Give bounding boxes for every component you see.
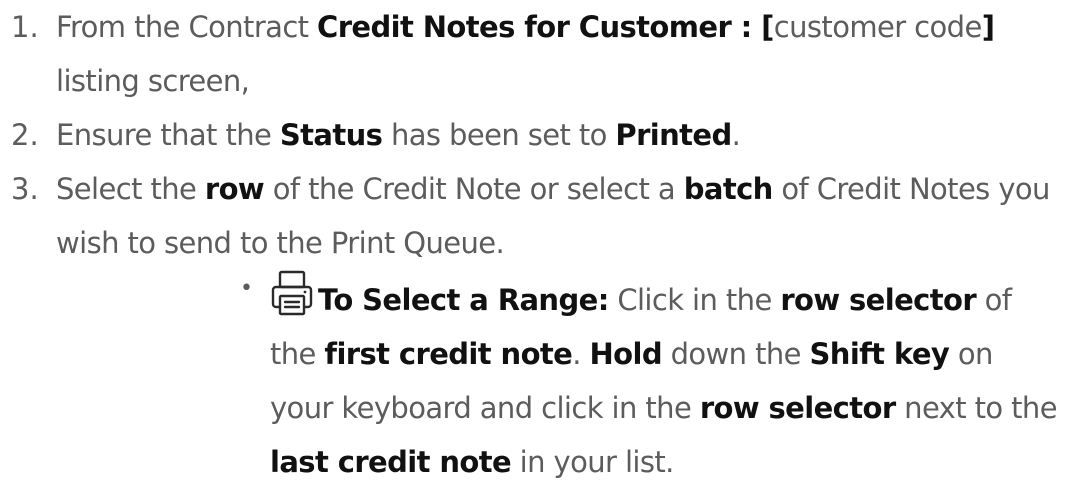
text-segment: listing screen, <box>56 64 250 98</box>
step-text: Ensure that the Status has been set to P… <box>56 118 741 152</box>
tip-title: To Select a Range: <box>318 283 609 317</box>
instructions-document: 1. From the Contract Credit Notes for Cu… <box>0 0 1078 488</box>
steps-list: 1. From the Contract Credit Notes for Cu… <box>0 0 1078 489</box>
emphasis-text: batch <box>683 172 774 206</box>
text-segment: Click in the <box>608 283 781 317</box>
emphasis-text: first credit note <box>324 337 573 371</box>
text-segment: Select the <box>56 172 205 206</box>
emphasis-text: last credit note <box>270 445 512 479</box>
emphasis-text: ] <box>981 10 995 44</box>
step-2: 2. Ensure that the Status has been set t… <box>0 108 1078 162</box>
step-number: 3. <box>11 172 39 206</box>
step-number: 2. <box>11 118 39 152</box>
emphasis-text: Credit Notes for Customer : [ <box>317 10 774 44</box>
emphasis-text: Hold <box>589 337 662 371</box>
text-segment: down the <box>661 337 810 371</box>
emphasis-text: row selector <box>780 283 977 317</box>
step-number: 1. <box>11 10 39 44</box>
printer-icon <box>270 270 314 316</box>
step-1: 1. From the Contract Credit Notes for Cu… <box>0 0 1078 108</box>
emphasis-text: Printed <box>615 118 732 152</box>
text-segment: has been set to <box>382 118 616 152</box>
emphasis-text: Shift key <box>809 337 950 371</box>
step-text: Select the row of the Credit Note or sel… <box>56 172 1050 260</box>
emphasis-text: row selector <box>699 391 896 425</box>
text-segment: of the Credit Note or select a <box>264 172 684 206</box>
text-segment: . <box>731 118 741 152</box>
text-segment: From the Contract <box>56 10 318 44</box>
emphasis-text: Status <box>279 118 383 152</box>
step-3: 3. Select the row of the Credit Note or … <box>0 162 1078 489</box>
tip-item: • To Select a Range: Click in the row se… <box>240 270 1070 489</box>
emphasis-text: row <box>204 172 265 206</box>
text-segment: customer code <box>773 10 983 44</box>
step-text: From the Contract Credit Notes for Custo… <box>56 10 995 98</box>
text-segment: in your list. <box>511 445 675 479</box>
text-segment: Ensure that the <box>56 118 280 152</box>
text-segment: . <box>572 337 590 371</box>
bullet: • <box>240 276 253 301</box>
tip-list: • To Select a Range: Click in the row se… <box>56 270 1070 489</box>
text-segment: next to the <box>895 391 1057 425</box>
